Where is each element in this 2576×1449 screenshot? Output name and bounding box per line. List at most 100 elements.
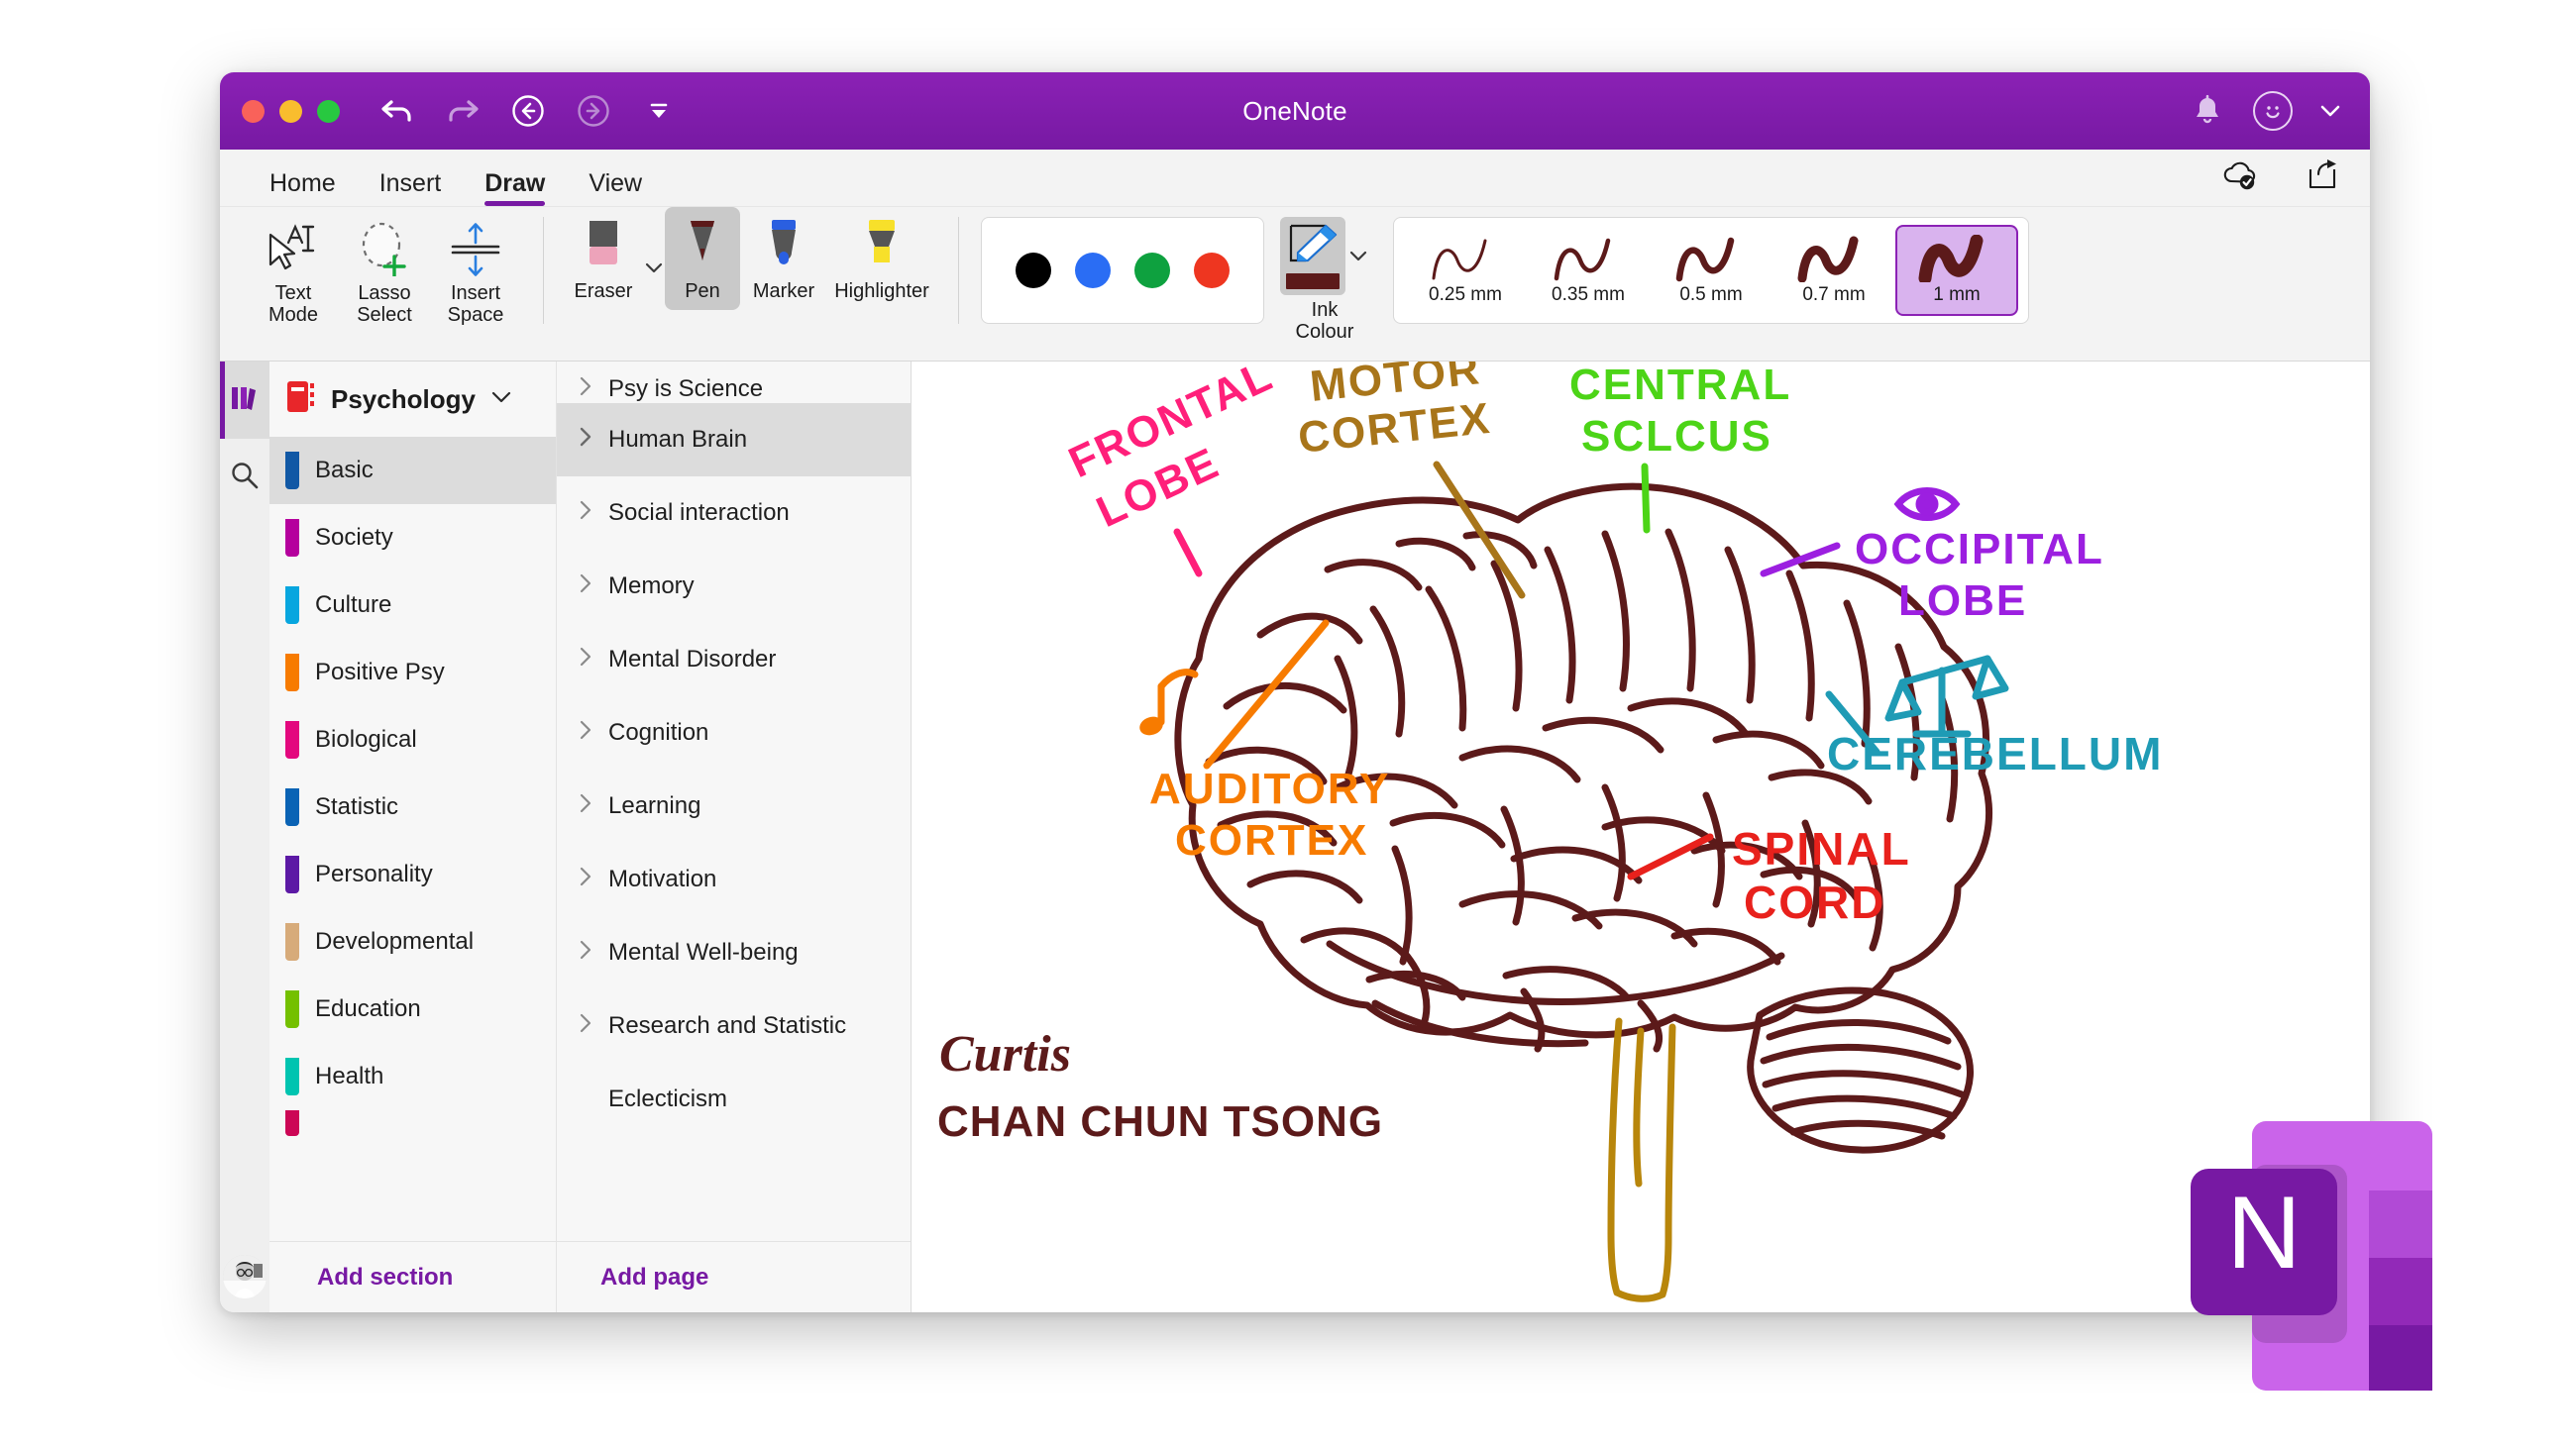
chevron-right-icon[interactable]: [579, 939, 594, 967]
page-item-mental-well-being[interactable]: Mental Well-being: [557, 916, 911, 989]
notebook-header[interactable]: Psychology: [269, 362, 556, 437]
pen-button[interactable]: Pen: [665, 207, 740, 310]
title-bar: OneNote: [220, 72, 2370, 150]
redo-icon[interactable]: [443, 91, 483, 131]
highlighter-label: Highlighter: [834, 280, 929, 302]
onenote-window: OneNote Home Insert Draw View Text Mode …: [220, 72, 2370, 1312]
page-item-memory[interactable]: Memory: [557, 550, 911, 623]
lasso-select-icon: [354, 215, 415, 276]
undo-icon[interactable]: [377, 91, 417, 131]
overflow-caret-icon[interactable]: [639, 91, 679, 131]
section-item-developmental[interactable]: Developmental: [269, 908, 556, 976]
add-page-button[interactable]: Add page: [557, 1241, 911, 1312]
section-list: Basic Society Culture Positive Psy Biolo…: [269, 437, 556, 1241]
account-avatar-icon[interactable]: [2253, 91, 2293, 131]
search-icon: [229, 460, 261, 496]
page-item-motivation[interactable]: Motivation: [557, 843, 911, 916]
insert-space-button[interactable]: Insert Space: [430, 207, 521, 327]
label-frontal-lobe: FRONTAL LOBE: [1062, 362, 1280, 577]
chevron-right-icon[interactable]: [579, 646, 594, 673]
thickness-0-35mm[interactable]: 0.35 mm: [1527, 225, 1650, 316]
chevron-right-icon[interactable]: [579, 499, 594, 527]
section-item-health[interactable]: Health: [269, 1043, 556, 1110]
color-swatch-blue[interactable]: [1075, 253, 1111, 288]
chevron-right-icon[interactable]: [579, 792, 594, 820]
tab-home[interactable]: Home: [248, 171, 358, 206]
section-item-culture[interactable]: Culture: [269, 571, 556, 639]
back-icon[interactable]: [508, 91, 548, 131]
pen-label: Pen: [685, 280, 720, 302]
add-section-button[interactable]: Add section: [269, 1241, 556, 1312]
section-item-society[interactable]: Society: [269, 504, 556, 571]
page-item-psy-is-science[interactable]: Psy is Science: [557, 362, 911, 403]
ribbon-right-actions: [2219, 157, 2342, 196]
eraser-button[interactable]: Eraser: [566, 207, 641, 310]
section-item-personality[interactable]: Personality: [269, 841, 556, 908]
bell-icon[interactable]: [2188, 91, 2227, 131]
thickness-1mm[interactable]: 1 mm: [1895, 225, 2018, 316]
chevron-right-icon[interactable]: [579, 572, 594, 600]
chevron-right-icon[interactable]: [579, 375, 594, 403]
user-profile-avatar[interactable]: [220, 1241, 269, 1312]
color-swatch-red[interactable]: [1194, 253, 1230, 288]
text-mode-button[interactable]: Text Mode: [248, 207, 339, 327]
lasso-select-button[interactable]: Lasso Select: [339, 207, 430, 327]
eraser-wrap: Eraser: [566, 207, 665, 310]
page-item-eclecticism[interactable]: Eclecticism: [557, 1063, 911, 1136]
chevron-right-icon[interactable]: [579, 719, 594, 747]
forward-icon[interactable]: [574, 91, 613, 131]
thickness-label: 0.5 mm: [1679, 284, 1743, 305]
page-label: Mental Well-being: [608, 939, 799, 966]
page-item-human-brain[interactable]: Human Brain: [557, 403, 911, 476]
svg-text:CORD: CORD: [1744, 877, 1885, 928]
ink-colour-caret-icon[interactable]: [1349, 246, 1367, 266]
tab-draw[interactable]: Draw: [463, 171, 567, 206]
thickness-label: 0.25 mm: [1429, 284, 1502, 305]
page-item-research-and-statistic[interactable]: Research and Statistic: [557, 989, 911, 1063]
section-item-biological[interactable]: Biological: [269, 706, 556, 774]
highlighter-button[interactable]: Highlighter: [827, 207, 936, 310]
page-label: Psy is Science: [608, 375, 764, 402]
rail-notebooks-button[interactable]: [220, 362, 269, 439]
eraser-label: Eraser: [574, 280, 633, 302]
section-item-basic[interactable]: Basic: [269, 437, 556, 504]
section-color-tab: [285, 1058, 299, 1095]
section-label: Positive Psy: [315, 659, 445, 685]
insert-space-label: Insert Space: [447, 282, 504, 327]
cloud-synced-icon[interactable]: [2219, 157, 2261, 196]
page-item-cognition[interactable]: Cognition: [557, 696, 911, 770]
section-item-statistic[interactable]: Statistic: [269, 774, 556, 841]
color-swatch-green[interactable]: [1134, 253, 1170, 288]
rail-search-button[interactable]: [220, 439, 269, 516]
tab-view[interactable]: View: [567, 171, 664, 206]
chevron-down-icon[interactable]: [2318, 91, 2342, 131]
label-central-sclcus: CENTRAL SCLCUS: [1569, 362, 1789, 534]
section-item-clipped[interactable]: [269, 1110, 556, 1136]
chevron-right-icon[interactable]: [579, 426, 594, 454]
page-item-learning[interactable]: Learning: [557, 770, 911, 843]
thickness-0-25mm[interactable]: 0.25 mm: [1404, 225, 1527, 316]
maximize-button[interactable]: [317, 99, 340, 123]
eraser-caret-icon[interactable]: [645, 240, 663, 278]
color-swatch-black[interactable]: [1016, 253, 1051, 288]
notebook-chevron-down-icon[interactable]: [489, 389, 513, 410]
ink-colour-button[interactable]: Ink Colour: [1280, 217, 1369, 344]
section-item-education[interactable]: Education: [269, 976, 556, 1043]
marker-button[interactable]: Marker: [740, 207, 827, 310]
share-icon[interactable]: [2305, 157, 2342, 196]
page-item-mental-disorder[interactable]: Mental Disorder: [557, 623, 911, 696]
color-swatches: [981, 217, 1264, 324]
chevron-right-icon[interactable]: [579, 866, 594, 893]
chevron-right-icon[interactable]: [579, 1012, 594, 1040]
thickness-0-7mm[interactable]: 0.7 mm: [1772, 225, 1895, 316]
close-button[interactable]: [242, 99, 265, 123]
ribbon-group-colors: Ink Colour: [981, 207, 1369, 361]
section-item-positive-psy[interactable]: Positive Psy: [269, 639, 556, 706]
note-canvas[interactable]: FRONTAL LOBE MOTOR CORTEX CENTRAL SCLCUS: [912, 362, 2370, 1312]
tab-insert[interactable]: Insert: [358, 171, 464, 206]
svg-text:SPINAL: SPINAL: [1732, 823, 1911, 875]
thickness-0-5mm[interactable]: 0.5 mm: [1650, 225, 1772, 316]
human-brain-diagram: FRONTAL LOBE MOTOR CORTEX CENTRAL SCLCUS: [937, 362, 2161, 1302]
page-item-social-interaction[interactable]: Social interaction: [557, 476, 911, 550]
minimize-button[interactable]: [279, 99, 302, 123]
